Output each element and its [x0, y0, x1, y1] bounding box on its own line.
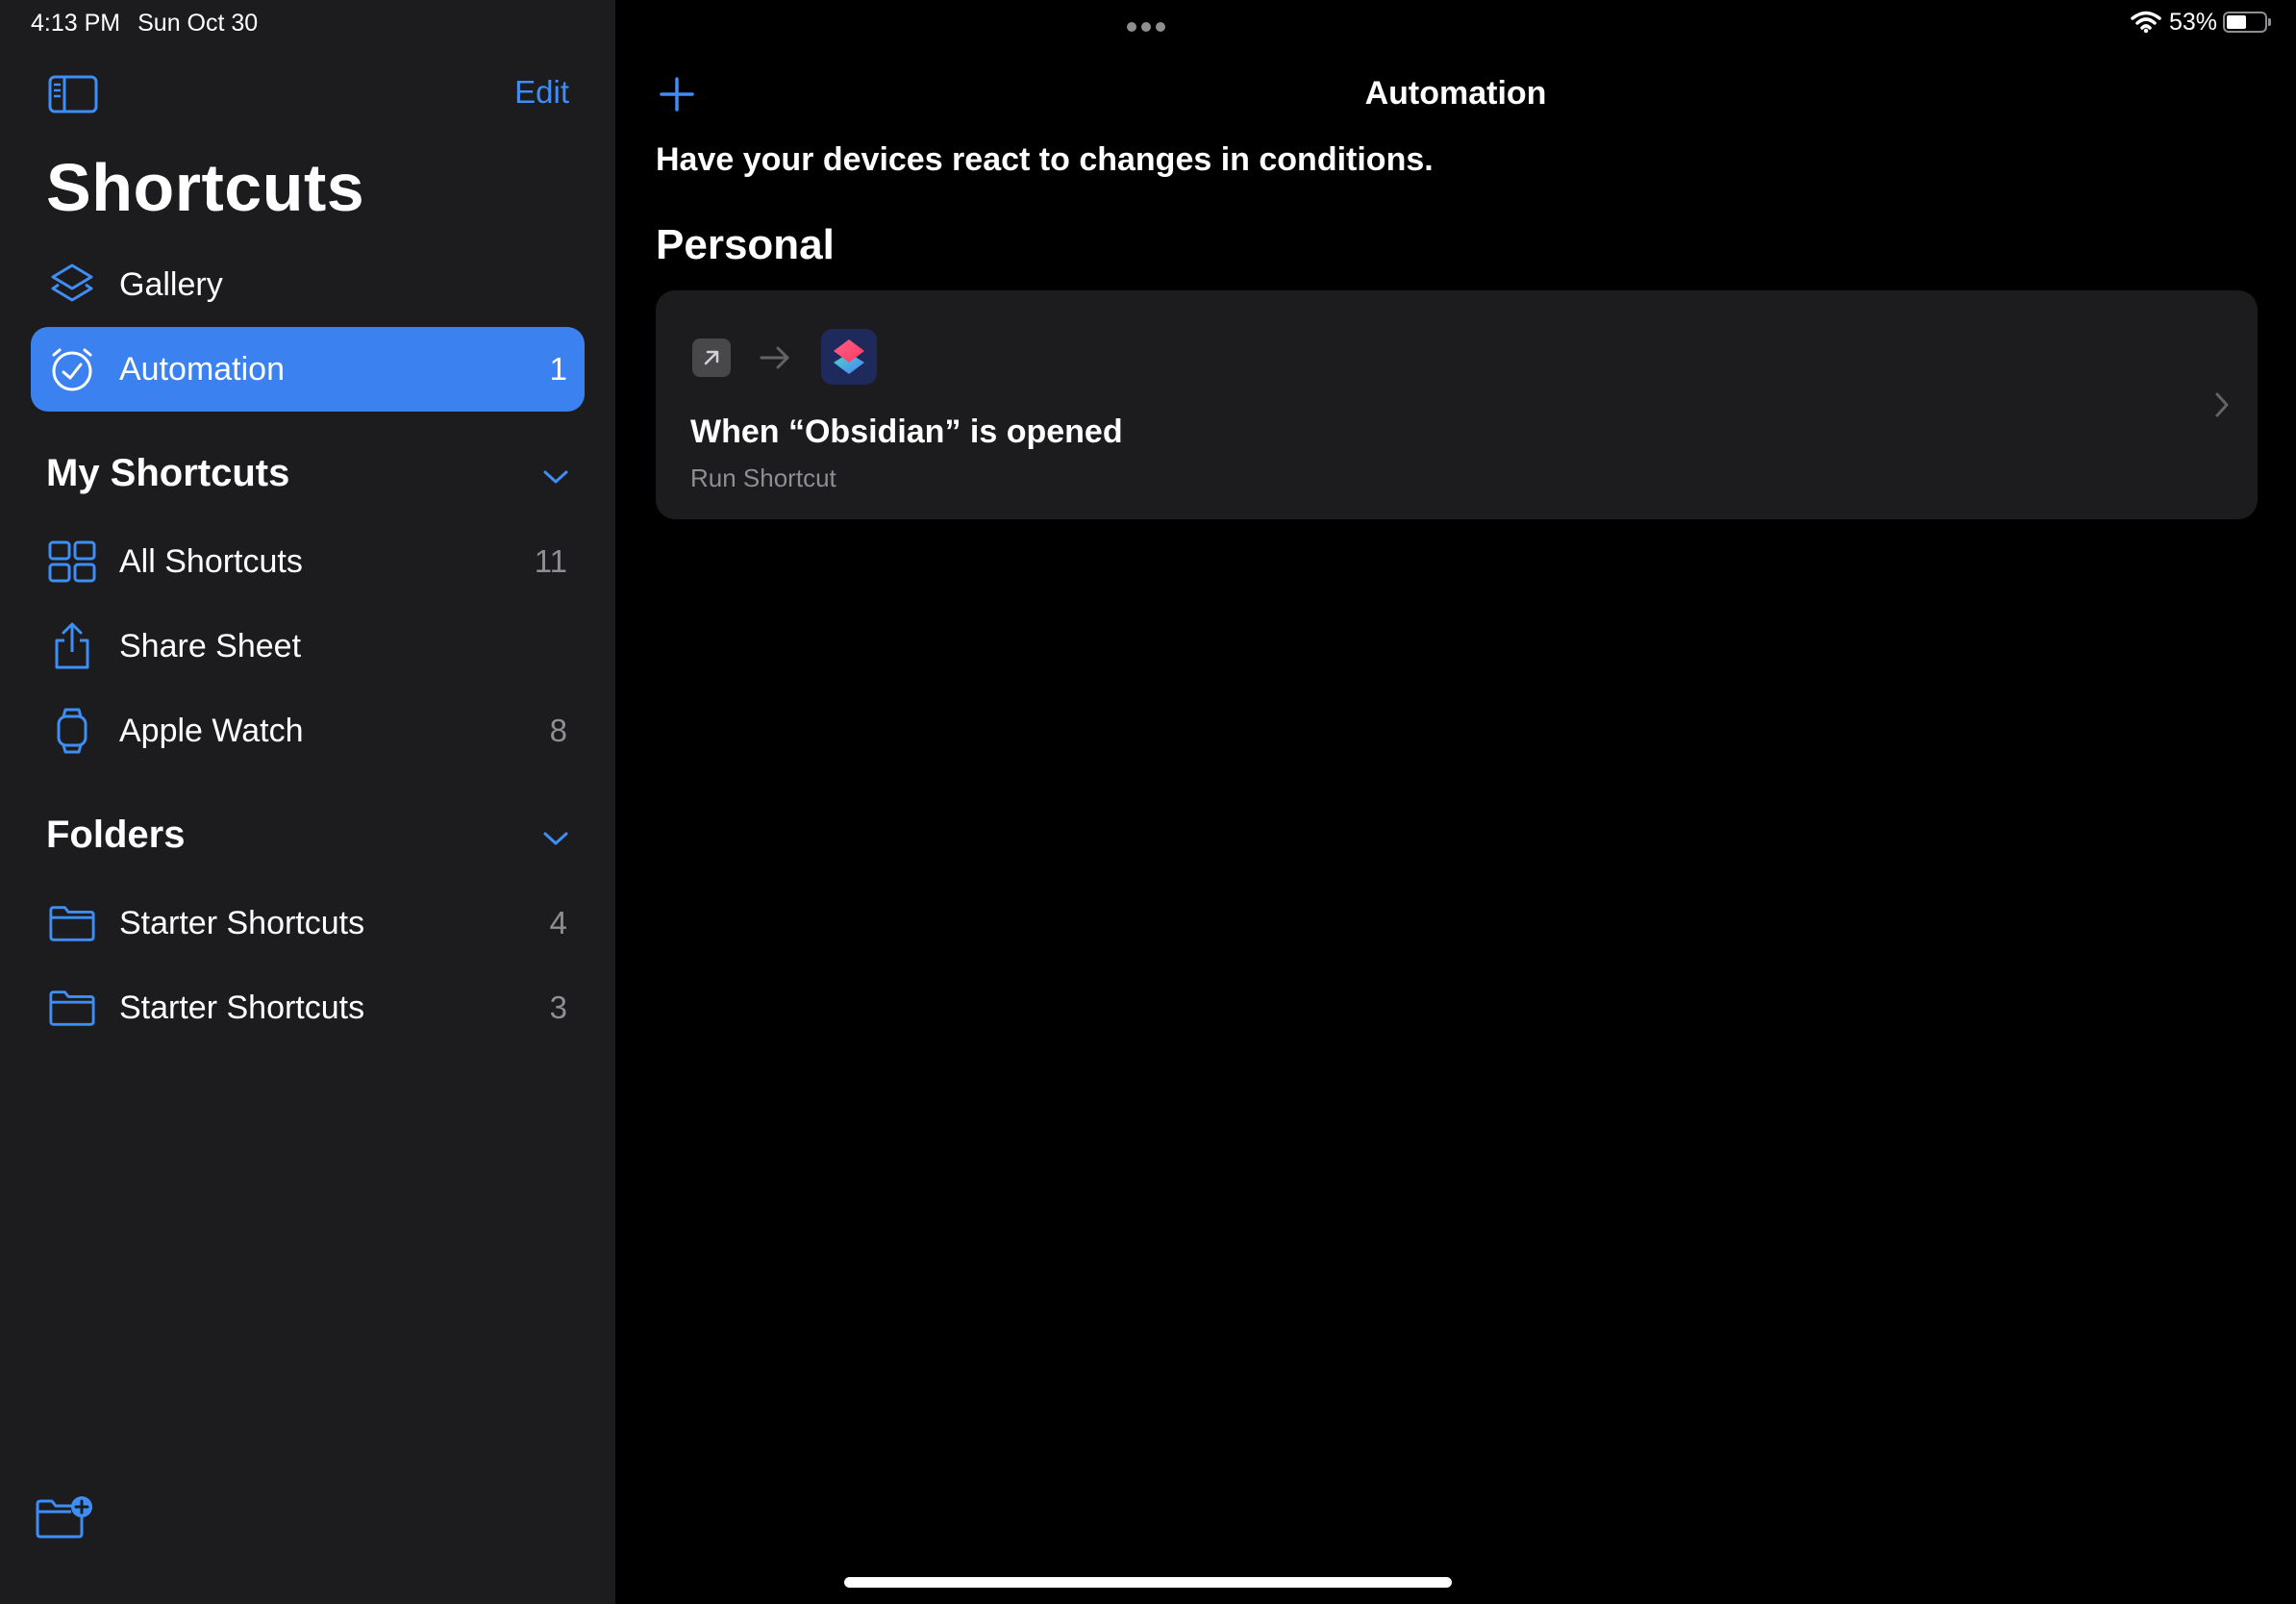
chevron-right-icon [2213, 390, 2231, 419]
chevron-down-icon [543, 470, 568, 484]
folder-icon [48, 899, 96, 947]
folder-icon [48, 984, 96, 1032]
sidebar-item-label: All Shortcuts [119, 542, 303, 580]
sidebar-item-count: 11 [534, 543, 567, 579]
edit-button[interactable]: Edit [514, 74, 569, 111]
section-header-personal: Personal [656, 221, 835, 268]
folders-header[interactable]: Folders [46, 814, 185, 857]
sidebar-item-label: Automation [119, 350, 285, 388]
sidebar-icon [48, 75, 98, 113]
sidebar-item-apple-watch[interactable]: Apple Watch 8 [31, 689, 585, 773]
status-time-date: 4:13 PM Sun Oct 30 [31, 10, 258, 38]
folder-plus-icon [36, 1496, 92, 1539]
sidebar-item-gallery[interactable]: Gallery [31, 242, 585, 327]
dot-icon [1156, 22, 1165, 32]
battery-percentage: 53% [2168, 8, 2217, 36]
watch-icon [48, 707, 96, 755]
arrow-right-icon [758, 340, 792, 375]
automation-row[interactable]: When “Obsidian” is opened Run Shortcut [656, 290, 2258, 519]
grid-icon [48, 538, 96, 586]
sidebar-item-count: 1 [549, 351, 567, 387]
folders-collapse-toggle[interactable] [540, 829, 571, 848]
sidebar-item-label: Apple Watch [119, 712, 304, 749]
status-indicators: 53% [2131, 8, 2271, 37]
automation-clock-icon [48, 345, 96, 393]
page-title: Automation [1364, 75, 1547, 112]
page-subtitle: Have your devices react to changes in co… [656, 141, 1434, 178]
gallery-layers-icon [48, 261, 96, 309]
status-time: 4:13 PM [31, 10, 121, 37]
sidebar-toggle-button[interactable] [48, 75, 98, 113]
sidebar-item-label: Gallery [119, 265, 223, 303]
sidebar-item-all-shortcuts[interactable]: All Shortcuts 11 [31, 519, 585, 604]
sidebar-item-count: 3 [549, 990, 567, 1025]
sidebar-item-automation[interactable]: Automation 1 [31, 327, 585, 412]
sidebar-item-folder[interactable]: Starter Shortcuts 3 [31, 965, 585, 1050]
dot-icon [1127, 22, 1136, 32]
my-shortcuts-header[interactable]: My Shortcuts [46, 452, 289, 495]
my-shortcuts-collapse-toggle[interactable] [540, 467, 571, 487]
main-content: 53% Automation Have your devices react t… [615, 0, 2296, 1604]
sidebar-item-label: Share Sheet [119, 627, 302, 664]
share-icon [48, 622, 96, 670]
open-app-trigger-icon [692, 338, 731, 377]
shortcuts-app-icon [821, 329, 877, 385]
sidebar: 4:13 PM Sun Oct 30 Edit Shortcuts Gallery [0, 0, 615, 1604]
home-indicator[interactable] [844, 1577, 1452, 1588]
status-date: Sun Oct 30 [137, 10, 259, 37]
sidebar-item-share-sheet[interactable]: Share Sheet [31, 604, 585, 689]
sidebar-item-label: Starter Shortcuts [119, 989, 365, 1026]
sidebar-item-folder[interactable]: Starter Shortcuts 4 [31, 881, 585, 965]
sidebar-item-count: 4 [549, 905, 567, 940]
battery-fill [2227, 15, 2247, 29]
chevron-down-icon [543, 832, 568, 845]
app-title: Shortcuts [46, 150, 365, 225]
battery-icon [2223, 12, 2271, 33]
multitasking-menu[interactable] [1127, 19, 1169, 32]
automation-action: Run Shortcut [690, 464, 836, 492]
sidebar-item-label: Starter Shortcuts [119, 904, 365, 941]
dot-icon [1141, 22, 1151, 32]
sidebar-item-count: 8 [549, 713, 567, 748]
wifi-icon [2131, 11, 2161, 34]
automation-title: When “Obsidian” is opened [690, 414, 1123, 450]
new-folder-button[interactable] [35, 1494, 94, 1541]
